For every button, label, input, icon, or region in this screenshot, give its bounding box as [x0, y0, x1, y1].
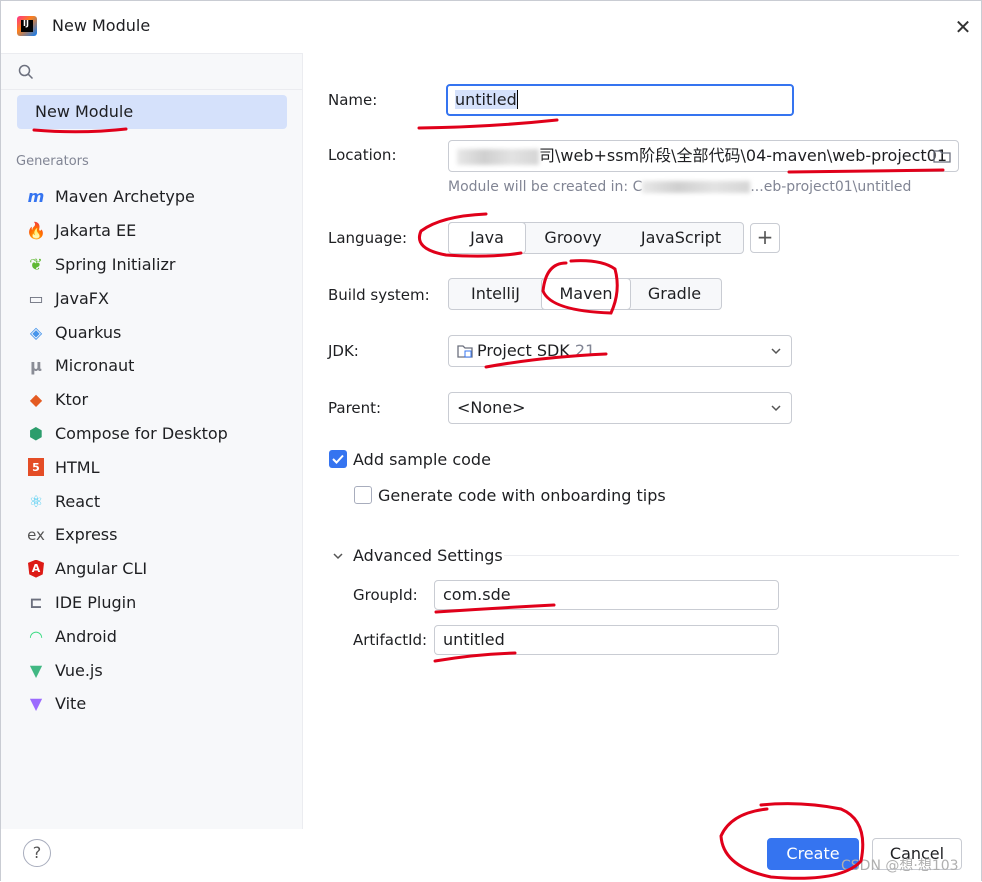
location-field[interactable]: 司\web+ssm阶段\全部代码\04-maven\web-project01 — [448, 140, 959, 172]
express-icon: ex — [27, 525, 45, 544]
chevron-down-icon — [771, 348, 781, 355]
language-groovy[interactable]: Groovy — [525, 223, 621, 253]
sidebar-item-express[interactable]: ex Express — [25, 518, 228, 552]
generators-section-label: Generators — [16, 154, 89, 169]
quarkus-icon: ◈ — [29, 322, 43, 342]
sidebar-item-angular-cli[interactable]: A Angular CLI — [25, 552, 228, 586]
parent-dropdown[interactable]: <None> — [448, 392, 792, 424]
sidebar-item-maven-archetype[interactable]: m Maven Archetype — [25, 180, 228, 214]
language-java[interactable]: Java — [448, 222, 526, 254]
sdk-folder-icon — [457, 345, 473, 358]
html5-icon: 5 — [28, 458, 44, 477]
language-javascript[interactable]: JavaScript — [621, 223, 741, 253]
new-module-dialog: IJ New Module ✕ New Module Generators m … — [0, 0, 982, 881]
javafx-icon: ▭ — [28, 288, 44, 308]
settings-panel: Name: untitled Location: 司\web+ssm阶段\全部代… — [304, 53, 982, 829]
search-icon — [18, 64, 34, 80]
build-intellij[interactable]: IntelliJ — [449, 279, 542, 309]
chevron-down-icon[interactable] — [331, 549, 345, 563]
language-selector: Java Groovy JavaScript — [448, 222, 744, 254]
sidebar-item-vite[interactable]: ▼ Vite — [25, 687, 228, 721]
build-maven[interactable]: Maven — [541, 278, 631, 310]
help-button[interactable]: ? — [23, 839, 51, 867]
groupid-label: GroupId: — [353, 586, 418, 604]
plugin-icon: ⊏ — [29, 592, 43, 612]
sidebar-item-vuejs[interactable]: ▼ Vue.js — [25, 653, 228, 687]
onboarding-tips-checkbox[interactable] — [354, 486, 372, 504]
sidebar-item-label: New Module — [35, 102, 134, 121]
angular-icon: A — [28, 559, 44, 578]
jdk-dropdown[interactable]: Project SDK 21 — [448, 335, 792, 367]
jakarta-icon: 🔥 — [26, 221, 46, 241]
vite-icon: ▼ — [29, 694, 43, 714]
artifactid-label: ArtifactId: — [353, 631, 428, 649]
sidebar-item-micronaut[interactable]: μ Micronaut — [25, 349, 228, 383]
location-label: Location: — [328, 146, 397, 164]
sidebar-item-jakarta-ee[interactable]: 🔥 Jakarta EE — [25, 214, 228, 248]
redacted-path — [457, 148, 539, 165]
name-field[interactable]: untitled — [446, 84, 794, 116]
watermark: CSDN @想·想103 — [841, 858, 959, 874]
dialog-title: New Module — [52, 16, 151, 35]
sidebar-item-quarkus[interactable]: ◈ Quarkus — [25, 315, 228, 349]
add-sample-code-checkbox[interactable] — [329, 450, 347, 468]
sidebar-item-ide-plugin[interactable]: ⊏ IDE Plugin — [25, 586, 228, 620]
chevron-down-icon — [771, 405, 781, 412]
onboarding-tips-label: Generate code with onboarding tips — [378, 486, 666, 505]
checkmark-icon — [332, 454, 344, 464]
micronaut-icon: μ — [30, 356, 42, 376]
advanced-settings-toggle[interactable]: Advanced Settings — [353, 546, 503, 565]
name-label: Name: — [328, 91, 378, 109]
sidebar: New Module Generators m Maven Archetype … — [1, 53, 303, 829]
sidebar-item-new-module[interactable]: New Module — [17, 95, 287, 129]
maven-icon: m — [27, 187, 45, 207]
add-sample-code-label: Add sample code — [353, 450, 491, 469]
add-language-button[interactable]: + — [750, 223, 780, 253]
intellij-logo-icon: IJ — [17, 16, 37, 36]
sidebar-item-javafx[interactable]: ▭ JavaFX — [25, 281, 228, 315]
close-icon[interactable]: ✕ — [951, 15, 975, 39]
android-icon: ◠ — [29, 626, 43, 646]
sidebar-item-html[interactable]: 5 HTML — [25, 450, 228, 484]
build-system-label: Build system: — [328, 286, 430, 304]
generators-list: m Maven Archetype 🔥 Jakarta EE ❦ Spring … — [25, 180, 228, 721]
sidebar-item-spring-initializr[interactable]: ❦ Spring Initializr — [25, 248, 228, 282]
divider — [504, 555, 959, 556]
sidebar-item-ktor[interactable]: ◆ Ktor — [25, 383, 228, 417]
search-input[interactable] — [1, 54, 302, 90]
compose-icon: ⬢ — [29, 423, 43, 443]
build-system-selector: IntelliJ Maven Gradle — [448, 278, 722, 310]
artifactid-field[interactable]: untitled — [434, 625, 779, 655]
title-bar: IJ New Module ✕ — [1, 1, 981, 53]
sidebar-item-compose-for-desktop[interactable]: ⬢ Compose for Desktop — [25, 417, 228, 451]
sidebar-item-react[interactable]: ⚛ React — [25, 484, 228, 518]
build-gradle[interactable]: Gradle — [630, 279, 719, 309]
vue-icon: ▼ — [29, 660, 43, 680]
location-hint: Module will be created in: C ...eb-projec… — [448, 179, 912, 195]
dialog-footer: ? Create Cancel CSDN @想·想103 — [1, 829, 981, 881]
folder-icon[interactable] — [933, 149, 951, 163]
sidebar-item-android[interactable]: ◠ Android — [25, 619, 228, 653]
language-label: Language: — [328, 229, 408, 247]
react-icon: ⚛ — [28, 491, 44, 511]
jdk-label: JDK: — [328, 342, 359, 360]
groupid-field[interactable]: com.sde — [434, 580, 779, 610]
spring-icon: ❦ — [29, 254, 43, 274]
ktor-icon: ◆ — [29, 390, 43, 410]
parent-label: Parent: — [328, 399, 382, 417]
